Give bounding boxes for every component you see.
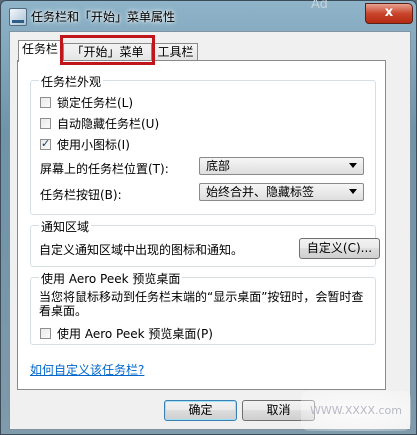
autohide-checkbox[interactable]: 自动隐藏任务栏(U) xyxy=(40,115,159,132)
lock-taskbar-label: 锁定任务栏(L) xyxy=(57,96,134,110)
aero-peek-group: 使用 Aero Peek 预览桌面 当您将鼠标移动到任务栏末端的“显示桌面”按钮… xyxy=(30,270,376,345)
taskbar-buttons-value: 始终合并、隐藏标签 xyxy=(206,185,315,199)
taskbar-icon xyxy=(9,8,27,26)
notification-text: 自定义通知区域中出现的图标和通知。 xyxy=(39,243,244,257)
watermark-text: WWW.XXXX.com xyxy=(310,404,402,417)
autohide-label: 自动隐藏任务栏(U) xyxy=(57,117,160,131)
appearance-legend: 任务栏外观 xyxy=(39,73,104,90)
appearance-group: 任务栏外观 锁定任务栏(L) 自动隐藏任务栏(U) 使用小图标(I) 屏幕上的任… xyxy=(30,73,376,215)
close-icon: x xyxy=(384,5,394,20)
watermark-logo: WWW.XXXX.com xyxy=(301,391,411,431)
small-icons-checkbox[interactable]: 使用小图标(I) xyxy=(40,136,130,153)
window-title: 任务栏和「开始」菜单属性 xyxy=(31,10,176,24)
checkbox-box xyxy=(40,97,51,108)
aero-peek-description: 当您将鼠标移动到任务栏末端的“显示桌面”按钮时，会暂时查看桌面。 xyxy=(39,290,364,318)
dialog-window: 任务栏和「开始」菜单属性 Ad x 任务栏 「开始」菜单 工具栏 任务栏外观 锁… xyxy=(0,0,417,435)
title-bar[interactable]: 任务栏和「开始」菜单属性 Ad x xyxy=(1,0,417,31)
ok-button[interactable]: 确定 xyxy=(164,400,237,421)
background-text: Ad xyxy=(311,0,328,12)
checkbox-box xyxy=(40,118,51,129)
aero-peek-legend: 使用 Aero Peek 预览桌面 xyxy=(39,270,183,287)
aero-peek-checkbox-label: 使用 Aero Peek 预览桌面(P) xyxy=(57,327,213,341)
aero-peek-checkbox[interactable]: 使用 Aero Peek 预览桌面(P) xyxy=(40,325,213,342)
notification-group: 通知区域 自定义通知区域中出现的图标和通知。 自定义(C)... xyxy=(30,218,380,267)
tab-taskbar[interactable]: 任务栏 xyxy=(18,40,62,62)
taskbar-location-value: 底部 xyxy=(206,159,231,173)
tab-panel: 任务栏外观 锁定任务栏(L) 自动隐藏任务栏(U) 使用小图标(I) 屏幕上的任… xyxy=(17,60,386,390)
chevron-down-icon xyxy=(349,163,357,168)
notification-legend: 通知区域 xyxy=(39,218,92,235)
help-link[interactable]: 如何自定义该任务栏? xyxy=(30,361,144,378)
taskbar-location-label: 屏幕上的任务栏位置(T): xyxy=(40,162,169,176)
chevron-down-icon xyxy=(349,189,357,194)
taskbar-buttons-label: 任务栏按钮(B): xyxy=(40,188,122,202)
taskbar-location-select[interactable]: 底部 xyxy=(199,157,364,175)
checkbox-box xyxy=(40,137,51,150)
close-button[interactable]: x xyxy=(365,3,413,24)
taskbar-buttons-select[interactable]: 始终合并、隐藏标签 xyxy=(199,183,364,201)
small-icons-label: 使用小图标(I) xyxy=(57,138,130,152)
checkbox-box xyxy=(40,328,51,339)
customize-button[interactable]: 自定义(C)... xyxy=(299,238,380,259)
lock-taskbar-checkbox[interactable]: 锁定任务栏(L) xyxy=(40,94,133,111)
